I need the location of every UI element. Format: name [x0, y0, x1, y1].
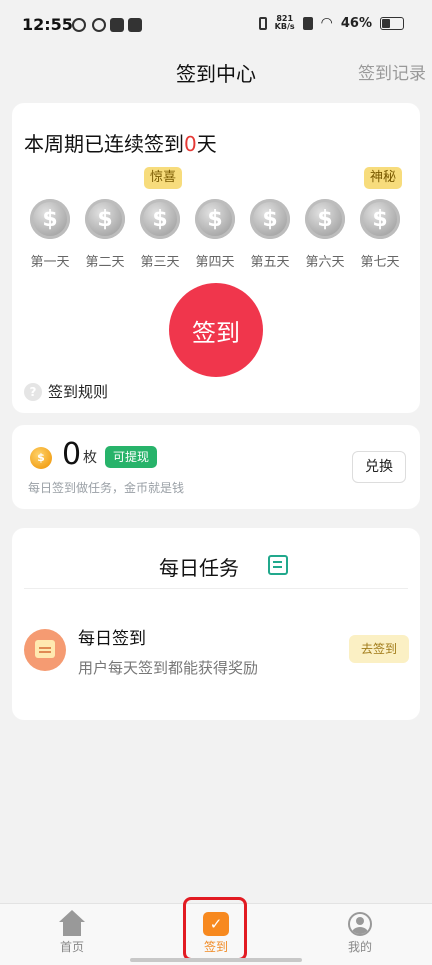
sim-icon: [302, 16, 313, 30]
vibrate-icon: [258, 16, 267, 30]
task-list-icon: [268, 555, 288, 575]
mail-icon: [128, 18, 142, 32]
gold-coin-icon: $: [30, 447, 52, 469]
daily-tasks-card: 每日任务 每日签到 用户每天签到都能获得奖励 去签到: [12, 528, 420, 720]
coin-balance: 0: [62, 437, 82, 472]
silver-coin-icon: $: [250, 199, 290, 239]
network-speed: 821 KB/s: [274, 14, 295, 31]
exchange-button[interactable]: 兑换: [352, 451, 406, 483]
notification-icon: [92, 18, 106, 32]
wifi-icon: ◠: [320, 15, 333, 31]
checkin-records-link[interactable]: 签到记录: [358, 59, 426, 84]
silver-coin-icon: $: [305, 199, 345, 239]
day-1: $ 第一天: [24, 199, 76, 270]
checkin-card: 本周期已连续签到0天 惊喜 神秘 $ 第一天 $ 第二天 $ 第三天 $ 第四天 $ 第五…: [12, 103, 420, 413]
battery-icon: [380, 16, 404, 30]
task-description: 用户每天签到都能获得奖励: [78, 659, 259, 677]
coin-unit: 枚: [83, 450, 97, 466]
nav-item-profile[interactable]: 我的: [320, 904, 400, 955]
day-7: $ 第七天: [354, 199, 406, 270]
notification-icon: [72, 18, 86, 32]
nav-item-home[interactable]: 首页: [32, 904, 112, 955]
withdrawable-tag: 可提现: [105, 446, 158, 468]
profile-icon: [348, 912, 372, 936]
silver-coin-icon: $: [85, 199, 125, 239]
silver-coin-icon: $: [360, 199, 400, 239]
home-icon: [59, 910, 85, 936]
surprise-badge: 惊喜: [144, 167, 183, 189]
checkin-rules-link[interactable]: ? 签到规则: [24, 381, 108, 402]
silver-coin-icon: $: [30, 199, 70, 239]
day-3: $ 第三天: [134, 199, 186, 270]
calendar-icon: [24, 629, 66, 671]
task-name: 每日签到: [78, 629, 146, 649]
day-5: $ 第五天: [244, 199, 296, 270]
home-indicator[interactable]: [130, 958, 302, 962]
streak-count: 0: [184, 132, 197, 156]
silver-coin-icon: $: [195, 199, 235, 239]
active-tab-highlight: [183, 897, 247, 961]
status-time: 12:55: [22, 15, 73, 34]
tasks-title: 每日任务: [159, 556, 239, 580]
notification-icon: [110, 18, 124, 32]
day-2: $ 第二天: [79, 199, 131, 270]
weekly-coin-row: $ 第一天 $ 第二天 $ 第三天 $ 第四天 $ 第五天 $ 第六天 $ 第七天: [12, 199, 420, 273]
header: 签到中心 签到记录: [0, 52, 432, 92]
status-bar: 12:55 821 KB/s ◠ 46%: [0, 0, 432, 52]
day-4: $ 第四天: [189, 199, 241, 270]
divider: [24, 588, 408, 589]
coin-wallet-card: $ 0 枚 可提现 每日签到做任务，金币就是钱 兑换: [12, 425, 420, 509]
streak-status: 本周期已连续签到0天: [24, 132, 217, 156]
rules-label: 签到规则: [48, 383, 109, 401]
silver-coin-icon: $: [140, 199, 180, 239]
help-icon: ?: [24, 382, 42, 401]
battery-level: 46%: [340, 15, 372, 31]
checkin-button[interactable]: 签到: [169, 283, 263, 377]
day-6: $ 第六天: [299, 199, 351, 270]
go-checkin-button[interactable]: 去签到: [349, 635, 409, 663]
wallet-subtitle: 每日签到做任务，金币就是钱: [28, 481, 185, 495]
status-indicators: 821 KB/s ◠ 46%: [258, 14, 404, 31]
mystery-badge: 神秘: [364, 167, 403, 189]
